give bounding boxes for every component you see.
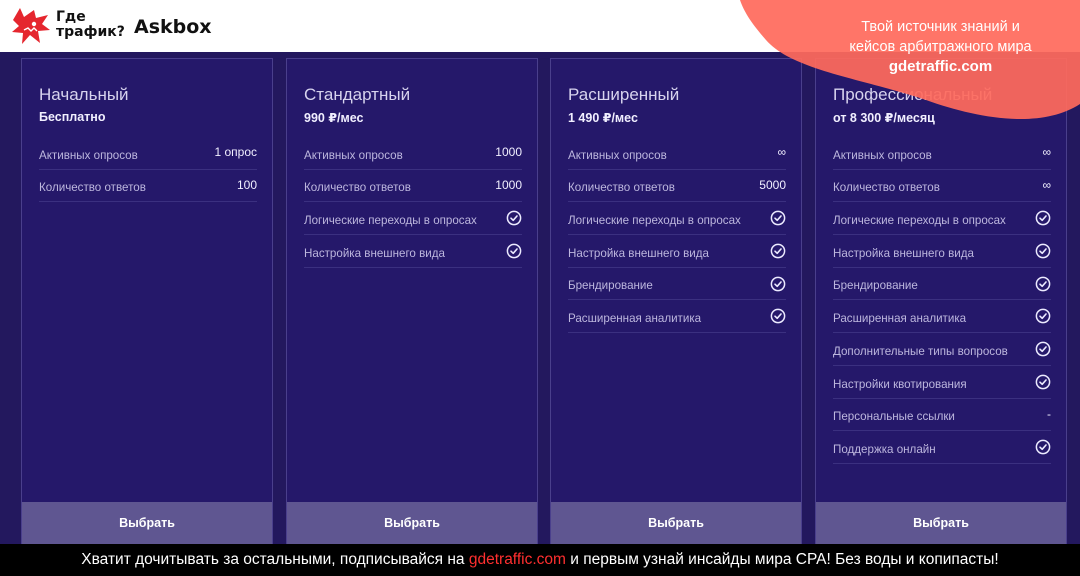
select-plan-button[interactable]: Выбрать — [551, 502, 801, 544]
feature-row: Количество ответов 5000 — [568, 170, 786, 203]
footer-banner: Хватит дочитывать за остальными, подписы… — [0, 544, 1080, 576]
feature-label: Настройка внешнего вида — [568, 246, 709, 260]
feature-row: Количество ответов ∞ — [833, 170, 1051, 203]
pricing-plans: Начальный Бесплатно Активных опросов 1 опро… — [0, 52, 1080, 544]
promo-link[interactable]: gdetraffic.com — [808, 57, 1073, 77]
check-circle-icon — [770, 243, 786, 259]
select-plan-button[interactable]: Выбрать — [816, 502, 1066, 544]
feature-row: Активных опросов ∞ — [833, 137, 1051, 170]
feature-list: Активных опросов ∞ Количество ответов 5000 Л… — [568, 137, 786, 334]
feature-row: Настройки квотирования — [833, 366, 1051, 399]
feature-label: Настройки квотирования — [833, 377, 967, 391]
feature-label: Брендирование — [568, 279, 653, 293]
plan-title: Стандартный — [304, 85, 411, 104]
check-circle-icon — [770, 210, 786, 226]
check-circle-icon — [1035, 276, 1051, 292]
check-circle-icon — [770, 276, 786, 292]
select-plan-button[interactable]: Выбрать — [22, 502, 272, 544]
feature-label: Количество ответов — [568, 181, 675, 195]
plan-title: Начальный — [39, 85, 129, 104]
feature-row: Расширенная аналитика — [833, 300, 1051, 334]
feature-row: Настройка внешнего вида — [568, 235, 786, 268]
feature-row: Активных опросов 1 опрос — [39, 137, 257, 170]
check-circle-icon — [1035, 243, 1051, 259]
promo-line-2: кейсов арбитражного мира — [849, 39, 1032, 55]
feature-value: - — [1047, 406, 1051, 421]
feature-label: Брендирование — [833, 279, 918, 293]
feature-row: Дополнительные типы вопросов — [833, 333, 1051, 366]
select-plan-button[interactable]: Выбрать — [287, 502, 537, 544]
plan-price: Бесплатно — [39, 110, 106, 124]
check-circle-icon — [1035, 374, 1051, 390]
check-circle-icon — [506, 210, 522, 226]
feature-list: Активных опросов 1 опрос Количество ответо… — [39, 137, 257, 203]
footer-text-before: Хватит дочитывать за остальными, подписы… — [81, 551, 469, 568]
check-circle-icon — [1035, 308, 1051, 324]
feature-value: 1000 — [495, 145, 522, 159]
feature-row: Поддержка онлайн — [833, 431, 1051, 464]
feature-list: Активных опросов 1000 Количество ответов 10… — [304, 137, 522, 268]
plan-title: Расширенный — [568, 85, 680, 104]
feature-row: Количество ответов 1000 — [304, 170, 522, 203]
feature-row: Логические переходы в опросах — [568, 202, 786, 236]
check-circle-icon — [1035, 439, 1051, 455]
feature-label: Настройка внешнего вида — [833, 246, 974, 260]
feature-row: Персональные ссылки - — [833, 399, 1051, 432]
feature-label: Логические переходы в опросах — [304, 214, 477, 228]
feature-row: Расширенная аналитика — [568, 300, 786, 334]
check-circle-icon — [1035, 210, 1051, 226]
feature-label: Активных опросов — [304, 148, 403, 162]
plan-card: Профессиональныйот 8 300 ₽/месяцАктивных… — [815, 58, 1067, 544]
feature-value: ∞ — [777, 145, 786, 159]
feature-value: 1000 — [495, 177, 522, 192]
feature-row: Активных опросов ∞ — [568, 137, 786, 170]
feature-label: Логические переходы в опросах — [568, 214, 741, 228]
feature-label: Количество ответов — [304, 181, 411, 195]
feature-label: Дополнительные типы вопросов — [833, 344, 1008, 358]
feature-label: Логические переходы в опросах — [833, 214, 1006, 228]
feature-label: Количество ответов — [39, 181, 146, 195]
plan-price: 1 490 ₽/мес — [568, 111, 638, 125]
feature-row: Брендирование — [568, 268, 786, 301]
check-circle-icon — [1035, 341, 1051, 357]
feature-value: ∞ — [1042, 145, 1051, 159]
plan-card: Начальный Бесплатно Активных опросов 1 опро… — [21, 58, 273, 544]
feature-row: Активных опросов 1000 — [304, 137, 522, 170]
promo-text: Твой источник знаний и кейсов арбитражно… — [808, 17, 1073, 77]
feature-label: Настройка внешнего вида — [304, 246, 445, 260]
feature-label: Персональные ссылки — [833, 410, 955, 424]
feature-row: Логические переходы в опросах — [304, 202, 522, 236]
logo-line-2: трафик? — [56, 24, 125, 40]
product-name: Askbox — [134, 16, 212, 38]
feature-row: Логические переходы в опросах — [833, 202, 1051, 236]
plan-price: 990 ₽/мес — [304, 111, 364, 125]
feature-row: Настройка внешнего вида — [833, 235, 1051, 268]
footer-text-after: и первым узнай инсайды мира CPA! Без вод… — [565, 551, 999, 568]
feature-list: Активных опросов ∞ Количество ответов ∞ Логи… — [833, 137, 1051, 464]
promo-line-1: Твой источник знаний и — [861, 19, 1020, 35]
feature-label: Расширенная аналитика — [568, 312, 702, 326]
check-circle-icon — [506, 243, 522, 259]
feature-value: 1 опрос — [214, 145, 257, 159]
feature-row: Брендирование — [833, 268, 1051, 301]
footer-link[interactable]: gdetraffic.com — [469, 551, 566, 568]
check-circle-icon — [770, 308, 786, 324]
shark-logo-icon[interactable] — [10, 6, 52, 46]
feature-label: Количество ответов — [833, 181, 940, 195]
plan-card: Расширенный 1 490 ₽/мес Активных опросов ∞ К… — [550, 58, 802, 544]
feature-value: ∞ — [1042, 177, 1051, 192]
feature-value: 5000 — [759, 177, 786, 192]
feature-value: 100 — [236, 177, 257, 192]
feature-label: Активных опросов — [568, 148, 667, 162]
feature-label: Расширенная аналитика — [833, 312, 967, 326]
feature-row: Количество ответов 100 — [39, 170, 257, 203]
plan-card: Стандартный 990 ₽/мес Активных опросов 1000… — [286, 58, 538, 544]
feature-row: Настройка внешнего вида — [304, 235, 522, 268]
feature-label: Активных опросов — [39, 148, 138, 162]
feature-label: Активных опросов — [833, 148, 932, 162]
logo-wordmark[interactable]: Где трафик? — [56, 10, 125, 40]
feature-label: Поддержка онлайн — [833, 442, 936, 456]
logo-line-1: Где — [56, 9, 86, 25]
